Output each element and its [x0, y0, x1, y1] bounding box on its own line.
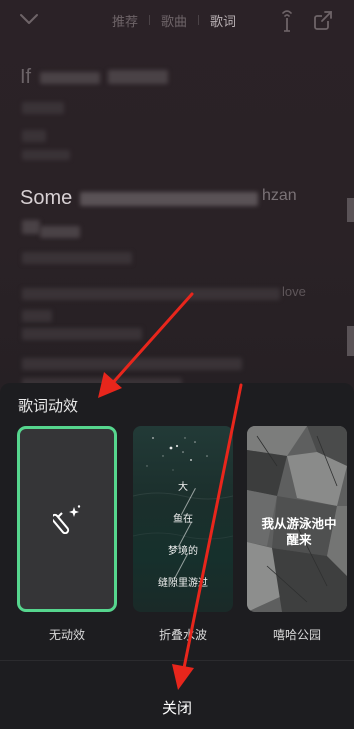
- effect-label-fold-wave: 折叠水波: [158, 628, 207, 642]
- lyric-line-tail: love: [282, 284, 306, 299]
- tab-recommend[interactable]: 推荐: [112, 11, 138, 30]
- blurred-lyric: [22, 358, 242, 370]
- blurred-lyric: [22, 150, 70, 160]
- blurred-lyric: [22, 288, 280, 300]
- tab-song[interactable]: 歌曲: [161, 11, 187, 30]
- magic-wand-icon: [53, 505, 81, 534]
- blurred-lyric: [22, 252, 132, 264]
- blurred-lyric: [108, 70, 168, 84]
- lyrics-page-background: 推荐 歌曲 歌词 If Some hzan love: [0, 0, 354, 395]
- lyric-line-current-tail: hzan: [262, 187, 297, 204]
- scroll-edge-marker: [347, 198, 354, 222]
- effect-card-fold-wave[interactable]: 大 鱼在 梦境的 缝隙里游过: [133, 426, 233, 612]
- lyric-line-1: If: [20, 66, 32, 88]
- blurred-lyric: [22, 220, 40, 234]
- blurred-lyric: [22, 310, 52, 322]
- effect-card-none[interactable]: [17, 426, 117, 612]
- scroll-edge-marker: [347, 326, 354, 356]
- fold-lyric-line: 大: [178, 482, 188, 493]
- blurred-lyric: [22, 130, 46, 142]
- lyric-line-current: Some: [20, 187, 73, 209]
- effect-label-none: 无动效: [48, 628, 85, 642]
- share-icon[interactable]: [312, 9, 334, 31]
- tab-divider: [198, 15, 200, 25]
- blurred-lyric: [22, 328, 142, 340]
- tab-lyrics[interactable]: 歌词: [210, 11, 236, 30]
- lyric-effects-sheet: 歌词动效 无动效 大 鱼在 梦境的 缝隙里游过 折叠水波 我从游泳池中醒来 嘻哈…: [0, 383, 354, 729]
- hiphop-lyric-preview: 我从游泳池中醒来: [261, 516, 337, 547]
- tab-bar: 推荐 歌曲 歌词: [112, 10, 236, 30]
- blurred-lyric: [80, 192, 258, 206]
- blurred-lyric: [40, 226, 80, 238]
- fold-lyric-line: 梦境的: [168, 546, 198, 557]
- sheet-title: 歌词动效: [18, 397, 79, 415]
- fold-lyric-line: 缝隙里游过: [158, 578, 208, 589]
- blurred-lyric: [22, 102, 64, 114]
- top-bar: 推荐 歌曲 歌词: [0, 0, 354, 40]
- chevron-down-icon[interactable]: [18, 10, 40, 28]
- sheet-divider: [0, 660, 354, 661]
- tab-divider: [149, 15, 151, 25]
- close-button[interactable]: 关闭: [0, 697, 354, 718]
- effect-label-hiphop-park: 嘻哈公园: [272, 628, 321, 642]
- ringtone-icon[interactable]: [276, 9, 298, 33]
- blurred-lyric: [40, 72, 100, 84]
- effect-card-hiphop-park[interactable]: 我从游泳池中醒来: [247, 426, 347, 612]
